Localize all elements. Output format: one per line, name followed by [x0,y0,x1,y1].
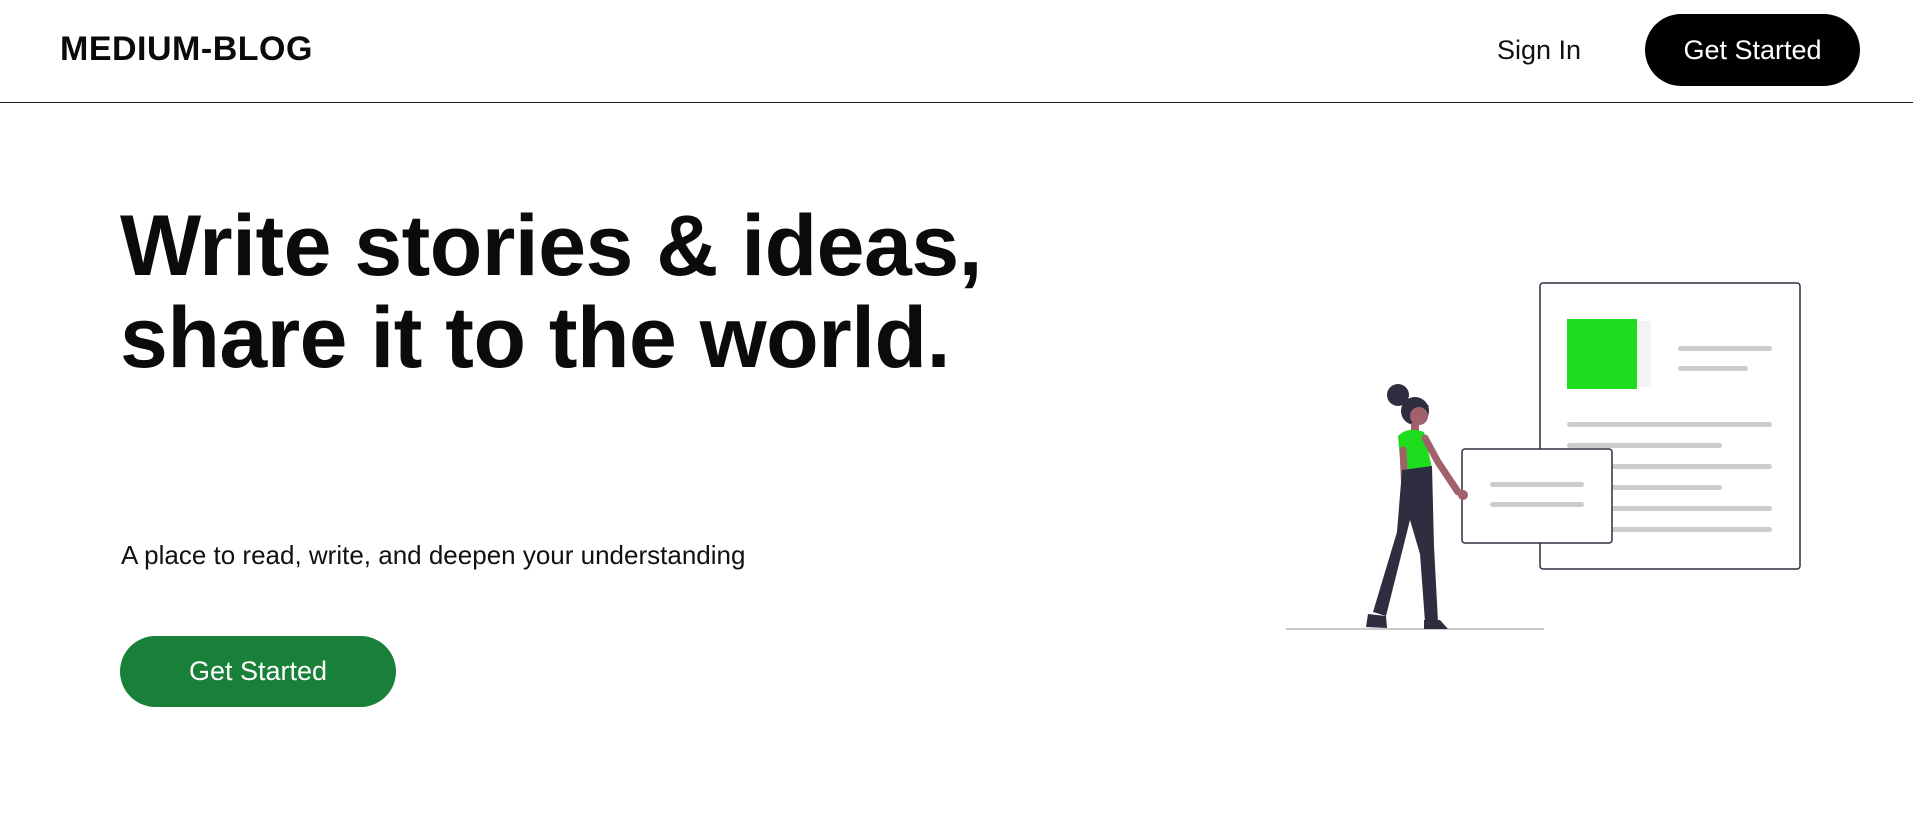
hero-get-started-button[interactable]: Get Started [120,636,396,707]
top-nav: MEDIUM-BLOG Sign In Get Started [0,0,1913,103]
small-card-icon [1461,448,1613,544]
woman-figure-icon [1366,384,1468,629]
header-get-started-button[interactable]: Get Started [1645,14,1860,86]
site-logo[interactable]: MEDIUM-BLOG [60,29,313,69]
hero-subtitle: A place to read, write, and deepen your … [121,540,746,570]
landing-page: MEDIUM-BLOG Sign In Get Started Write st… [0,0,1913,814]
hero-title: Write stories & ideas, share it to the w… [120,198,983,386]
woman-reading-documents-illustration [1286,282,1801,630]
sign-in-link[interactable]: Sign In [1497,33,1581,67]
